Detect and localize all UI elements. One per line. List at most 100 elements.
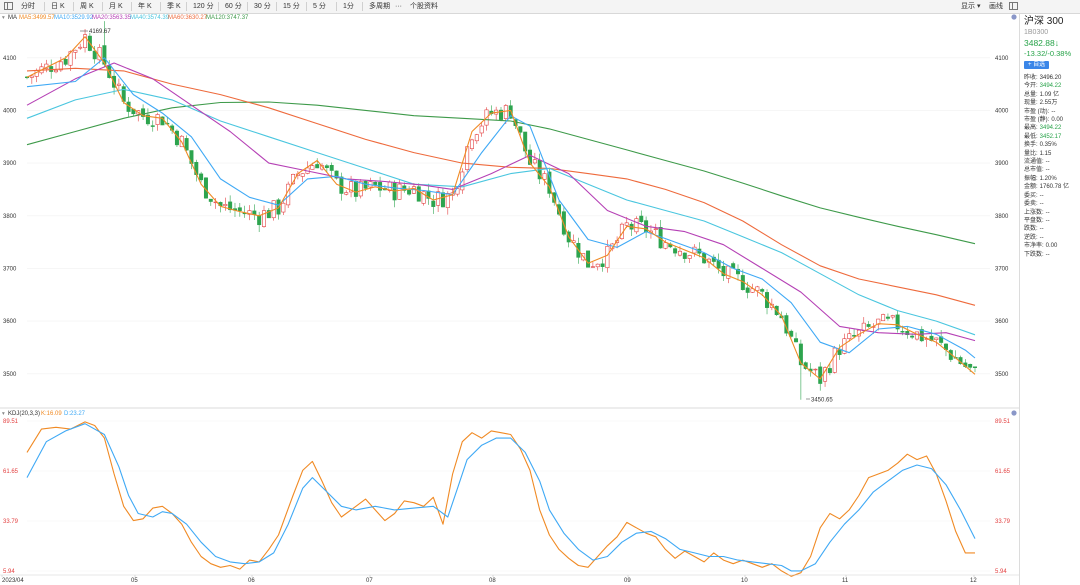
stock-profile-tab[interactable]: 个股资料 (410, 0, 438, 13)
kdj-settings-icon[interactable] (1011, 410, 1017, 416)
candle-body (223, 204, 228, 207)
ma60-line (26, 67, 976, 306)
quote-row: 流通值: -- (1024, 158, 1080, 166)
quote-label: 市盈 (静): (1024, 117, 1050, 124)
candle-body (832, 347, 837, 373)
candle-body (745, 287, 750, 293)
quote-label: 委卖: (1024, 201, 1038, 208)
price-tick-right: 4100 (995, 56, 1009, 62)
period-tab[interactable]: 5 分 (313, 0, 326, 13)
date-tick-label: 06 (248, 578, 255, 584)
add-watchlist-button[interactable]: + 自选 (1024, 61, 1050, 69)
period-tab[interactable]: 季 K (167, 0, 181, 13)
period-tab[interactable]: 月 K (109, 0, 123, 13)
tab-separator (102, 2, 103, 11)
candle-body (518, 126, 523, 133)
quote-value: -- (1051, 108, 1056, 115)
candle-body (590, 266, 595, 268)
candle-body (469, 139, 474, 149)
candle-body (890, 315, 895, 318)
quote-label: 跌数: (1024, 226, 1038, 233)
quote-row: 昨收: 3496.20 (1024, 74, 1080, 82)
tab-separator (218, 2, 219, 11)
ma60-legend: MA60:3630.27 (168, 15, 208, 21)
candle-body (63, 58, 68, 65)
ma20-legend: MA20:3563.35 (92, 15, 132, 21)
index-name: 沪深 300 (1024, 16, 1064, 27)
period-tab[interactable]: 120 分 (193, 0, 214, 13)
quote-value: 1.09 亿 (1039, 91, 1060, 98)
display-menu-label: 显示 (961, 3, 975, 10)
more-periods-button[interactable]: ··· (395, 0, 402, 13)
collapse-ma-icon[interactable]: ▾ (2, 15, 5, 21)
candle-body (344, 192, 349, 195)
candle-body (532, 159, 537, 164)
price-tick-left: 3900 (3, 161, 17, 167)
draw-line-button[interactable]: 画线 (989, 0, 1003, 13)
period-tab[interactable]: 多周期 (369, 0, 390, 13)
ma-legend-label: MA (8, 15, 17, 21)
ma-settings-icon[interactable] (1011, 14, 1017, 20)
date-tick-label: 07 (366, 578, 373, 584)
display-menu[interactable]: 显示 ▾ (961, 0, 980, 13)
period-tab[interactable]: 年 K (138, 0, 152, 13)
quote-row: 现量: 2.55万 (1024, 99, 1080, 107)
candle-body (973, 366, 977, 368)
quote-panel: 沪深 300 1B0300 3482.88↓ -13.32/-0.38% + 自… (1019, 13, 1080, 585)
kdj-tick-right: 61.65 (995, 469, 1011, 475)
period-tab[interactable]: 周 K (80, 0, 94, 13)
ma40-legend: MA40:3574.39 (130, 15, 170, 21)
quote-value: 2.55万 (1039, 100, 1058, 107)
quote-label: 今开: (1024, 83, 1038, 90)
candle-body (237, 207, 242, 211)
kline-chart[interactable]: ▾ MA MA5:3499.57 MA10:3529.92 MA20:3563.… (0, 13, 1019, 585)
quote-row: 今开: 3494.22 (1024, 82, 1080, 90)
kdj-k-legend: K:16.09 (41, 411, 62, 417)
quote-value: 1.20% (1039, 175, 1057, 182)
candle-body (663, 242, 668, 249)
quote-row: 换手: 0.35% (1024, 141, 1080, 149)
ma10-legend: MA10:3529.92 (54, 15, 94, 21)
kdj-axis: 89.51 89.51 61.65 61.65 33.79 33.79 5.94 5.94 (3, 419, 1011, 575)
tab-separator (131, 2, 132, 11)
candle-body (208, 198, 213, 202)
quote-value: -- (1039, 201, 1044, 208)
quote-row: 市净率: 0.00 (1024, 242, 1080, 250)
candle-body (653, 228, 658, 230)
candle-body (910, 335, 915, 338)
period-tab[interactable]: 1分 (343, 0, 354, 13)
period-tab[interactable]: 分时 (21, 0, 35, 13)
candle-body (914, 331, 919, 340)
kdj-tick-left: 5.94 (3, 569, 15, 575)
price-tick-right: 4000 (995, 108, 1009, 114)
candle-body (155, 114, 160, 125)
period-tab[interactable]: 60 分 (225, 0, 242, 13)
collapse-kdj-icon[interactable]: ▾ (2, 411, 5, 417)
candle-body (353, 180, 358, 197)
ma5-legend: MA5:3499.57 (19, 15, 55, 21)
quote-label: 最高: (1024, 125, 1038, 132)
quote-label: 下跌数: (1024, 251, 1044, 258)
date-tick-label: 12 (970, 578, 977, 584)
candle-body (431, 200, 436, 207)
quote-label: 逆跌: (1024, 234, 1038, 241)
price-tick-right: 3900 (995, 161, 1009, 167)
toggle-left-panel-icon[interactable] (4, 2, 13, 10)
low-annotation: 3450.65 (806, 398, 833, 404)
high-annotation: 4169.67 (80, 29, 111, 35)
period-tab[interactable]: 15 分 (283, 0, 300, 13)
candle-body (634, 218, 639, 233)
candle-body (310, 165, 315, 170)
quote-value: 1760.78 亿 (1039, 184, 1070, 191)
candle-body (861, 322, 866, 331)
kdj-tick-right: 89.51 (995, 419, 1011, 425)
kdj-lines (26, 421, 976, 577)
date-axis: 2023/04 05 06 07 08 09 10 11 12 (1, 575, 977, 584)
kdj-tick-left: 89.51 (3, 419, 19, 425)
candle-body (78, 46, 83, 49)
quote-row: 最高: 3494.22 (1024, 124, 1080, 132)
period-tab[interactable]: 日 K (51, 0, 65, 13)
candle-body (281, 202, 286, 213)
period-tab[interactable]: 30 分 (254, 0, 271, 13)
toggle-right-panel-icon[interactable] (1009, 2, 1018, 10)
